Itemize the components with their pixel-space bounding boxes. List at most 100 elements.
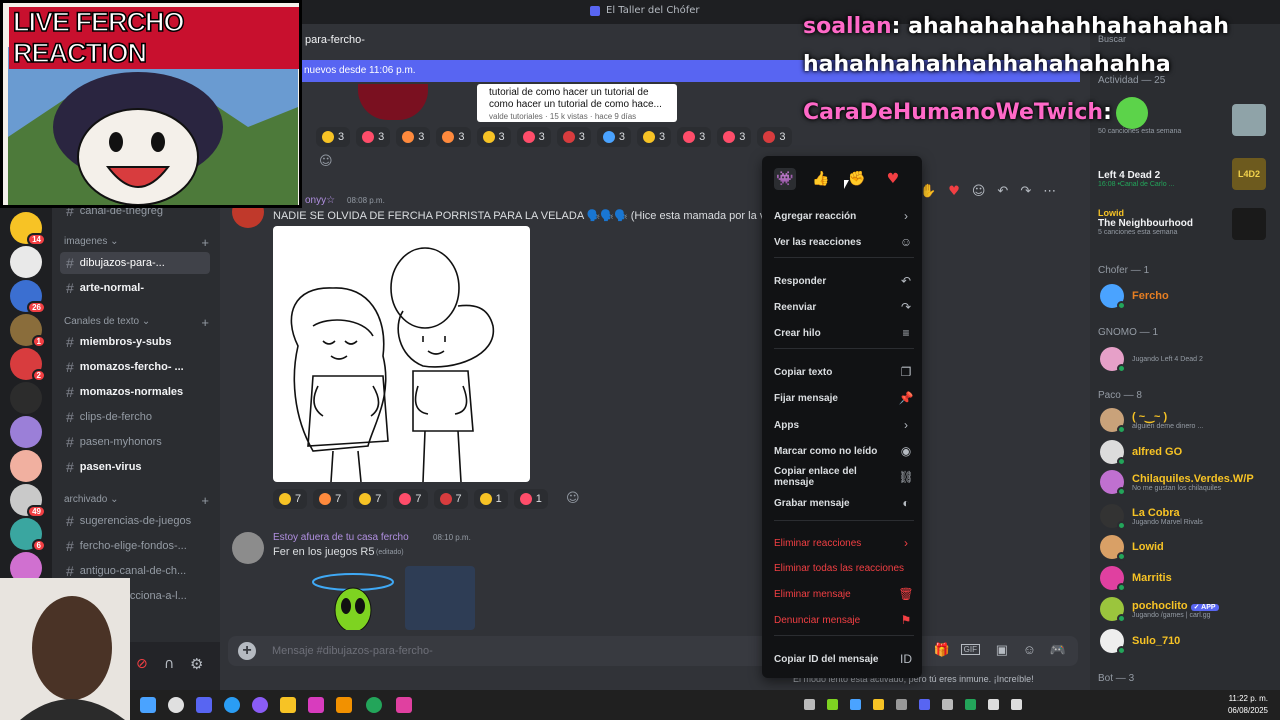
settings-gear-icon[interactable]: ⚙ <box>190 655 203 673</box>
menu-item-copiar-enlace-del-mensaje[interactable]: Copiar enlace del mensaje ⛓ <box>774 466 914 488</box>
add-channel-icon[interactable]: + <box>201 315 209 330</box>
member-item[interactable]: pochoclito ✓ APP Jugando /games | carl.gg <box>1100 595 1275 623</box>
quick-react-hand-icon[interactable]: ✋ <box>920 184 936 199</box>
server-icon[interactable]: 49 <box>10 484 46 518</box>
add-reaction-icon[interactable]: ☺ <box>972 184 986 199</box>
category-imagenes[interactable]: imagenes ⌄ + <box>64 235 209 250</box>
menu-item-marcar-como-no-leído[interactable]: Marcar como no leído ◉ <box>774 441 914 461</box>
member-item[interactable]: La Cobra Jugando Marvel Rivals <box>1100 502 1275 530</box>
quick-react-heart-icon[interactable]: ♥ <box>948 184 960 199</box>
browser-icon[interactable] <box>224 697 240 713</box>
channel-item-pasen-myhonors[interactable]: # pasen-myhonors <box>60 431 210 453</box>
reaction-pill[interactable]: 3 <box>356 127 391 147</box>
discord-icon[interactable] <box>196 697 212 713</box>
channel-item-dibujazos[interactable]: # dibujazos-para-... <box>60 252 210 274</box>
tray-icon[interactable] <box>850 699 861 710</box>
activity-card-2[interactable]: Left 4 Dead 2 16:08 •Canal de Carlo ... <box>1098 170 1174 188</box>
app-icon[interactable] <box>396 697 412 713</box>
menu-item-copiar-id-del-mensaje[interactable]: Copiar ID del mensaje ID <box>774 649 914 669</box>
channel-item-fercho-elige[interactable]: # fercho-elige-fondos-... <box>60 535 210 557</box>
menu-item-eliminar-todas-las-reacciones[interactable]: Eliminar todas las reacciones <box>774 558 914 578</box>
menu-item-eliminar-reacciones[interactable]: Eliminar reacciones › <box>774 533 914 553</box>
member-item[interactable]: Sulo_710 <box>1100 627 1275 655</box>
menu-item-ver-las-reacciones[interactable]: Ver las reacciones ☺ <box>774 232 914 252</box>
quick-reaction-thumbs-up-icon[interactable]: 👍 <box>810 168 832 190</box>
reaction-pill[interactable]: 1 <box>513 489 548 509</box>
channel-item-clips-de-fercho[interactable]: # clips-de-fercho <box>60 406 210 428</box>
server-icon[interactable]: 6 <box>10 518 46 552</box>
reaction-pill[interactable]: 3 <box>316 127 351 147</box>
add-channel-icon[interactable]: + <box>201 493 209 508</box>
more-options-icon[interactable]: ⋯ <box>1043 184 1056 199</box>
member-item[interactable]: Chilaquiles.Verdes.W/P No me gustan los c… <box>1100 468 1275 496</box>
reaction-pill[interactable]: 7 <box>393 489 428 509</box>
channel-item-miembros-y-subs[interactable]: # miembros-y-subs <box>60 331 210 353</box>
quick-reaction-alien-icon[interactable]: 👾 <box>774 168 796 190</box>
menu-item-crear-hilo[interactable]: Crear hilo ≡ <box>774 323 914 343</box>
server-icon[interactable]: 14 <box>10 212 46 246</box>
add-reaction-icon[interactable]: ☺ <box>566 491 580 506</box>
message-author[interactable]: onyy☆ <box>305 195 335 206</box>
avatar[interactable] <box>232 532 264 564</box>
folder-icon[interactable] <box>280 697 296 713</box>
alien-image[interactable] <box>306 570 401 633</box>
channel-item-momazos-normales[interactable]: # momazos-normales <box>60 381 210 403</box>
reaction-pill[interactable]: 3 <box>637 127 672 147</box>
tray-icon[interactable] <box>896 699 907 710</box>
tray-icon[interactable] <box>873 699 884 710</box>
attach-plus-icon[interactable]: + <box>238 642 256 660</box>
gif-icon[interactable]: GIF <box>960 644 980 655</box>
channel-item-sugerencias[interactable]: # sugerencias-de-juegos <box>60 510 210 532</box>
reaction-pill[interactable]: 1 <box>473 489 508 509</box>
gift-icon[interactable]: 🎁 <box>934 642 950 658</box>
chef-image[interactable] <box>405 566 475 630</box>
category-canales-de-texto[interactable]: Canales de texto ⌄ + <box>64 315 209 330</box>
reaction-pill[interactable]: 3 <box>596 127 631 147</box>
tray-icon[interactable] <box>827 699 838 710</box>
menu-item-grabar-mensaje[interactable]: Grabar mensaje ◐ <box>774 493 914 513</box>
mute-mic-icon[interactable]: ⊘ <box>136 656 148 672</box>
menu-item-eliminar-mensaje[interactable]: Eliminar mensaje 🗑 <box>774 584 914 604</box>
member-item[interactable]: Lowid <box>1100 533 1275 561</box>
reaction-pill[interactable]: 3 <box>757 127 792 147</box>
reaction-pill[interactable]: 7 <box>273 489 308 509</box>
menu-item-agregar-reacción[interactable]: Agregar reacción › <box>774 206 914 226</box>
member-item[interactable]: alfred GO <box>1100 438 1275 466</box>
app-icon[interactable] <box>308 697 324 713</box>
member-item[interactable]: Fercho <box>1100 282 1275 310</box>
member-item[interactable]: Marritis <box>1100 564 1275 592</box>
menu-item-responder[interactable]: Responder ↶ <box>774 271 914 291</box>
channel-item-arte-normal[interactable]: # arte-normal- <box>60 277 210 299</box>
emoji-icon[interactable]: ☺ <box>1023 642 1036 657</box>
app-icon[interactable] <box>252 697 268 713</box>
menu-item-reenviar[interactable]: Reenviar ↷ <box>774 297 914 317</box>
server-icon[interactable]: 26 <box>10 280 46 314</box>
menu-item-denunciar-mensaje[interactable]: Denunciar mensaje ⚑ <box>774 610 914 630</box>
reply-icon[interactable]: ↶ <box>997 184 1008 199</box>
menu-item-copiar-texto[interactable]: Copiar texto ❐ <box>774 362 914 382</box>
sticker-icon[interactable]: ▣ <box>996 642 1008 658</box>
server-icon[interactable]: 2 <box>10 348 46 382</box>
server-icon[interactable] <box>10 450 42 482</box>
category-archivado[interactable]: archivado ⌄ + <box>64 493 209 508</box>
quick-reaction-heart-icon[interactable]: ♥ <box>882 168 904 190</box>
headphones-icon[interactable]: ∩ <box>164 656 174 672</box>
member-item[interactable]: ( ~‿~ ) alguien deme dinero ... <box>1100 406 1275 434</box>
menu-item-fijar-mensaje[interactable]: Fijar mensaje 📌 <box>774 388 914 408</box>
add-channel-icon[interactable]: + <box>201 235 209 250</box>
member-item[interactable]: Jugando Left 4 Dead 2 <box>1100 345 1275 373</box>
channel-item-pasen-virus[interactable]: # pasen-virus <box>60 456 210 478</box>
video-embed[interactable]: tutorial de como hacer un tutorial de co… <box>477 84 677 122</box>
message-composer[interactable]: + Mensaje #dibujazos-para-fercho- 🎁 GIF … <box>228 636 1078 666</box>
activity-card-3[interactable]: Lowid The Neighbourhood 5 canciones esta… <box>1098 208 1193 236</box>
reaction-pill[interactable]: 3 <box>516 127 551 147</box>
reaction-pill[interactable]: 3 <box>717 127 752 147</box>
reaction-pill[interactable]: 7 <box>433 489 468 509</box>
system-clock[interactable]: 11:22 p. m. 06/08/2025 <box>1228 693 1268 717</box>
message-author[interactable]: Estoy afuera de tu casa fercho <box>273 532 409 543</box>
server-icon[interactable] <box>10 246 42 278</box>
reaction-pill[interactable]: 3 <box>396 127 431 147</box>
tray-icon[interactable] <box>965 699 976 710</box>
quick-reaction-muscle-icon[interactable]: ✊ <box>846 168 868 190</box>
server-icon[interactable] <box>10 416 42 448</box>
